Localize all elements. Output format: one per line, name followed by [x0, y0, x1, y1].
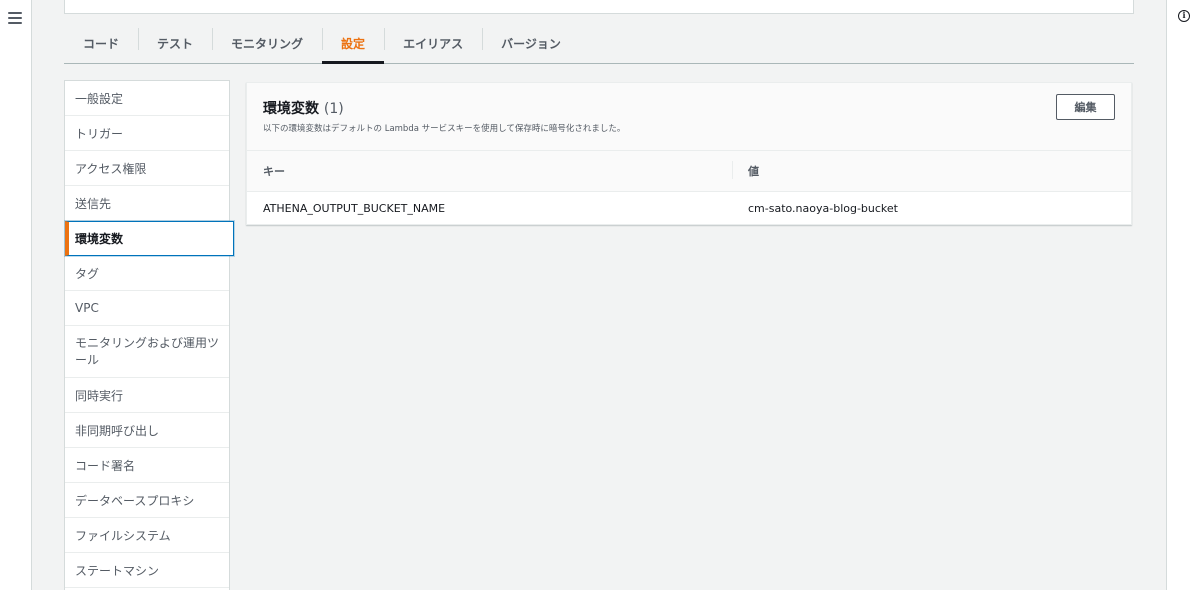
sidebar-item-vpc[interactable]: VPC [65, 291, 229, 326]
tab-configuration[interactable]: 設定 [322, 24, 385, 64]
tab-test[interactable]: テスト [138, 24, 212, 63]
environment-variables-panel: 環境変数 (1) 以下の環境変数はデフォルトの Lambda サービスキーを使用… [246, 82, 1132, 225]
sidebar-item-general[interactable]: 一般設定 [65, 81, 229, 116]
tab-versions[interactable]: バージョン [482, 24, 580, 63]
hamburger-menu-icon[interactable] [8, 12, 22, 24]
sidebar-item-tags[interactable]: タグ [65, 256, 229, 291]
tab-bar: コード テスト モニタリング 設定 エイリアス バージョン [64, 24, 1134, 64]
table-row: ATHENA_OUTPUT_BUCKET_NAME cm-sato.naoya-… [247, 192, 1131, 225]
top-panel [64, 0, 1134, 14]
sidebar-item-triggers[interactable]: トリガー [65, 116, 229, 151]
sidebar-item-database-proxies[interactable]: データベースプロキシ [65, 483, 229, 518]
sidebar-item-monitoring-tools[interactable]: モニタリングおよび運用ツール [65, 326, 229, 378]
table-header: キー 値 [247, 151, 1131, 192]
sidebar-item-concurrency[interactable]: 同時実行 [65, 378, 229, 413]
sidebar-item-code-signing[interactable]: コード署名 [65, 448, 229, 483]
info-icon[interactable]: i [1178, 10, 1190, 22]
panel-title: 環境変数 (1) [263, 98, 1115, 118]
env-var-value: cm-sato.naoya-blog-bucket [748, 202, 898, 215]
panel-title-text: 環境変数 [263, 101, 319, 117]
sidebar-item-destinations[interactable]: 送信先 [65, 186, 229, 221]
left-rail [0, 0, 32, 590]
column-header-value: 値 [732, 161, 759, 179]
env-var-key: ATHENA_OUTPUT_BUCKET_NAME [263, 202, 446, 215]
sidebar-item-file-systems[interactable]: ファイルシステム [65, 518, 229, 553]
sidebar-item-async-invocation[interactable]: 非同期呼び出し [65, 413, 229, 448]
tab-monitoring[interactable]: モニタリング [212, 24, 322, 63]
tab-aliases[interactable]: エイリアス [384, 24, 482, 63]
panel-header: 環境変数 (1) 以下の環境変数はデフォルトの Lambda サービスキーを使用… [247, 83, 1131, 151]
edit-button[interactable]: 編集 [1056, 94, 1115, 120]
sidebar-item-state-machines[interactable]: ステートマシン [65, 553, 229, 588]
sidebar-item-environment-variables[interactable]: 環境変数 [65, 221, 234, 256]
config-sidenav: 一般設定 トリガー アクセス権限 送信先 環境変数 タグ VPC モニタリングお… [64, 80, 234, 590]
panel-description: 以下の環境変数はデフォルトの Lambda サービスキーを使用して保存時に暗号化… [263, 124, 626, 134]
tab-code[interactable]: コード [64, 24, 138, 63]
variable-count: (1) [323, 101, 344, 117]
sidebar-item-permissions[interactable]: アクセス権限 [65, 151, 229, 186]
right-rail: i [1166, 0, 1200, 590]
column-header-key: キー [263, 165, 285, 178]
